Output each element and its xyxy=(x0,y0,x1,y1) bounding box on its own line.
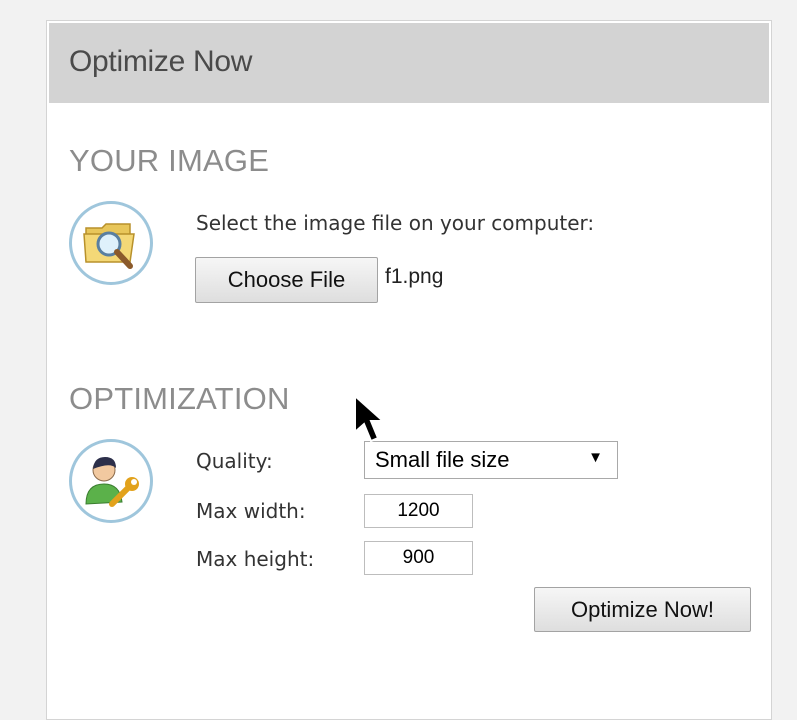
optimize-panel: Optimize Now YOUR IMAGE Select the image… xyxy=(46,20,772,720)
chevron-down-icon: ▼ xyxy=(588,449,603,466)
quality-selected-value: Small file size xyxy=(375,447,510,472)
your-image-heading: YOUR IMAGE xyxy=(69,143,270,178)
quality-select[interactable]: Small file size ▼ xyxy=(364,441,618,479)
max-width-input[interactable] xyxy=(364,494,473,528)
user-settings-icon xyxy=(69,439,153,523)
max-height-label: Max height: xyxy=(196,547,315,571)
file-prompt-text: Select the image file on your computer: xyxy=(196,211,595,235)
quality-label: Quality: xyxy=(196,449,273,473)
choose-file-button[interactable]: Choose File xyxy=(195,257,378,303)
optimize-now-button[interactable]: Optimize Now! xyxy=(534,587,751,632)
max-width-label: Max width: xyxy=(196,499,306,523)
panel-header: Optimize Now xyxy=(49,23,769,103)
max-height-input[interactable] xyxy=(364,541,473,575)
optimization-heading: OPTIMIZATION xyxy=(69,381,290,416)
selected-file-name: f1.png xyxy=(385,265,444,288)
mouse-cursor-icon xyxy=(354,394,386,443)
panel-title: Optimize Now xyxy=(69,45,253,78)
folder-search-icon xyxy=(69,201,153,285)
